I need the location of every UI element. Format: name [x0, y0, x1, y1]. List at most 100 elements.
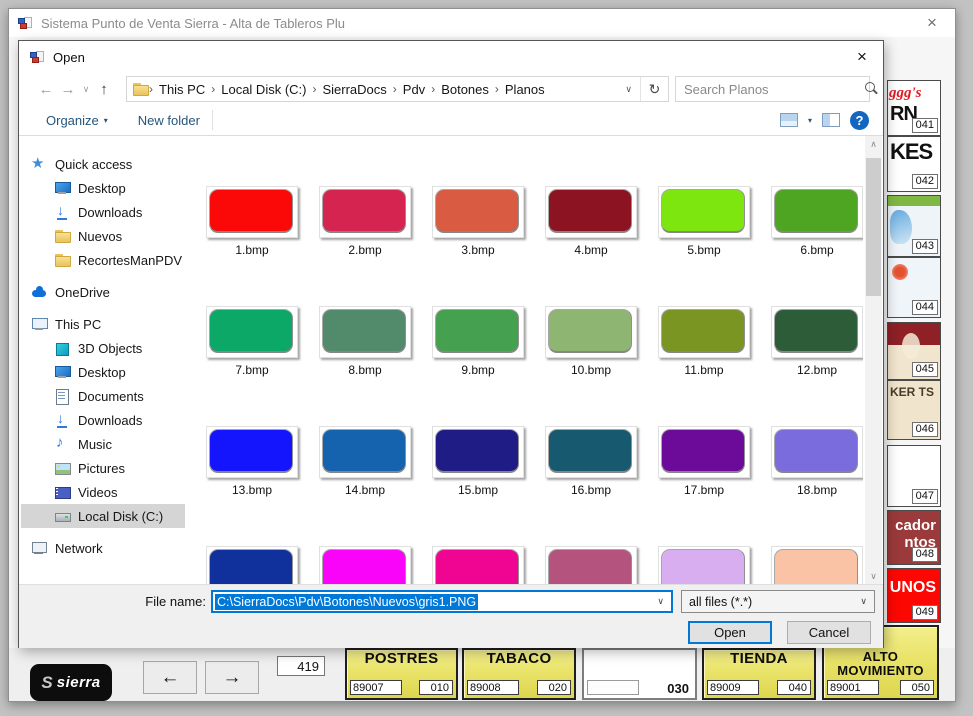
forward-icon[interactable]: → [57, 81, 79, 98]
breadcrumb-sierradocs[interactable]: SierraDocs [318, 82, 390, 97]
file-name-label: 17.bmp [658, 483, 750, 497]
breadcrumb-planos[interactable]: Planos [501, 82, 549, 97]
plu-button-tabaco[interactable]: TABACO 89008 020 [462, 648, 576, 700]
chevron-down-icon: ▾ [104, 116, 108, 125]
file-item[interactable] [319, 546, 411, 584]
file-item[interactable]: 10.bmp [545, 306, 637, 377]
sidebar-item-downloads-qa[interactable]: Downloads [21, 200, 185, 224]
breadcrumb-separator: › [149, 82, 153, 96]
plu-button-045[interactable]: 045 [887, 322, 941, 380]
file-type-combobox[interactable]: all files (*.*) ∨ [681, 590, 875, 613]
plu-button-049[interactable]: UNOS 049 [887, 568, 941, 623]
file-item[interactable]: 14.bmp [319, 426, 411, 497]
breadcrumb-this-pc[interactable]: This PC [155, 82, 209, 97]
sidebar-item-videos[interactable]: Videos [21, 480, 185, 504]
cancel-button[interactable]: Cancel [787, 621, 871, 644]
breadcrumb-pdv[interactable]: Pdv [399, 82, 429, 97]
file-item[interactable]: 8.bmp [319, 306, 411, 377]
plu-button-postres[interactable]: POSTRES 89007 010 [345, 648, 458, 700]
file-item[interactable]: 18.bmp [771, 426, 863, 497]
file-item[interactable]: 7.bmp [206, 306, 298, 377]
organize-menu[interactable]: Organize ▾ [46, 113, 108, 128]
chevron-down-icon[interactable]: ∨ [853, 596, 874, 607]
sidebar-item-local-disk-c[interactable]: Local Disk (C:) [21, 504, 185, 528]
file-item[interactable]: 6.bmp [771, 186, 863, 257]
prev-page-button[interactable]: ← [143, 661, 197, 694]
view-mode-chevron-icon[interactable]: ▾ [808, 116, 812, 125]
sidebar-item-desktop-qa[interactable]: Desktop [21, 176, 185, 200]
scroll-up-icon[interactable]: ∧ [865, 136, 882, 152]
plu-button-042[interactable]: KES 042 [887, 136, 941, 192]
file-item[interactable] [771, 546, 863, 584]
main-close-button[interactable]: × [919, 11, 945, 35]
plu-button-048[interactable]: cador ntos 048 [887, 510, 941, 565]
file-item[interactable]: 11.bmp [658, 306, 750, 377]
history-chevron-icon[interactable]: ∨ [79, 84, 93, 95]
sidebar-item-quick-access[interactable]: Quick access [21, 152, 185, 176]
file-item[interactable]: 3.bmp [432, 186, 524, 257]
address-bar[interactable]: › This PC › Local Disk (C:) › SierraDocs… [126, 76, 669, 102]
file-item[interactable] [658, 546, 750, 584]
sidebar-item-music[interactable]: Music [21, 432, 185, 456]
new-folder-button[interactable]: New folder [138, 113, 200, 128]
sidebar-item-this-pc[interactable]: This PC [21, 312, 185, 336]
sidebar-item-nuevos[interactable]: Nuevos [21, 224, 185, 248]
file-item[interactable]: 5.bmp [658, 186, 750, 257]
file-item[interactable]: 12.bmp [771, 306, 863, 377]
sidebar-item-3d-objects[interactable]: 3D Objects [21, 336, 185, 360]
view-mode-icon[interactable] [780, 113, 798, 127]
plu-button-empty[interactable]: 030 [582, 648, 697, 700]
page-number-field[interactable]: 419 [277, 656, 325, 676]
open-button[interactable]: Open [688, 621, 772, 644]
file-item[interactable]: 16.bmp [545, 426, 637, 497]
search-input[interactable] [676, 82, 860, 97]
preview-pane-icon[interactable] [822, 113, 840, 127]
help-icon[interactable]: ? [850, 111, 869, 130]
sidebar-item-downloads[interactable]: Downloads [21, 408, 185, 432]
file-list-scrollbar[interactable]: ∧ ∨ [865, 136, 882, 584]
file-name-label: 11.bmp [658, 363, 750, 377]
file-item[interactable] [432, 546, 524, 584]
breadcrumb-local-disk[interactable]: Local Disk (C:) [217, 82, 310, 97]
cube-icon [54, 340, 71, 356]
chevron-down-icon[interactable]: ∨ [650, 596, 671, 607]
plu-button-043[interactable]: 043 [887, 195, 941, 257]
sidebar-item-network[interactable]: Network [21, 536, 185, 560]
plu-button-047[interactable]: 047 [887, 445, 941, 507]
file-item[interactable]: 1.bmp [206, 186, 298, 257]
plu-number-badge: 044 [912, 300, 938, 315]
breadcrumb-botones[interactable]: Botones [437, 82, 493, 97]
bmp-thumbnail [319, 306, 411, 358]
file-item[interactable]: 13.bmp [206, 426, 298, 497]
file-name-label: File name: [111, 594, 206, 609]
file-item[interactable]: 9.bmp [432, 306, 524, 377]
file-item[interactable] [545, 546, 637, 584]
dialog-close-button[interactable]: × [849, 45, 875, 69]
sidebar-item-pictures[interactable]: Pictures [21, 456, 185, 480]
plu-button-041[interactable]: ggg's RN 041 [887, 80, 941, 136]
back-icon[interactable]: ← [35, 81, 57, 98]
file-item[interactable]: 15.bmp [432, 426, 524, 497]
search-icon[interactable] [860, 77, 869, 101]
sidebar-item-onedrive[interactable]: OneDrive [21, 280, 185, 304]
scroll-down-icon[interactable]: ∨ [865, 568, 882, 584]
sidebar-item-documents[interactable]: Documents [21, 384, 185, 408]
file-item[interactable]: 2.bmp [319, 186, 411, 257]
file-item[interactable]: 17.bmp [658, 426, 750, 497]
next-page-button[interactable]: → [205, 661, 259, 694]
sidebar-item-label: This PC [55, 317, 101, 332]
refresh-icon[interactable]: ↻ [640, 77, 668, 101]
file-name-combobox[interactable]: C:\SierraDocs\Pdv\Botones\Nuevos\gris1.P… [211, 590, 673, 613]
sidebar-item-recortesmanpdv[interactable]: RecortesManPDV [21, 248, 185, 272]
address-dropdown-icon[interactable]: ∨ [617, 84, 640, 95]
up-icon[interactable]: ↑ [93, 81, 115, 98]
file-item[interactable] [206, 546, 298, 584]
plu-button-044[interactable]: 044 [887, 257, 941, 318]
sidebar-item-label: OneDrive [55, 285, 110, 300]
file-item[interactable]: 4.bmp [545, 186, 637, 257]
plu-button-046[interactable]: KER TS 046 [887, 380, 941, 440]
scrollbar-thumb[interactable] [866, 158, 881, 296]
plu-button-tienda[interactable]: TIENDA 89009 040 [702, 648, 816, 700]
sidebar-item-desktop[interactable]: Desktop [21, 360, 185, 384]
file-name-label: 12.bmp [771, 363, 863, 377]
